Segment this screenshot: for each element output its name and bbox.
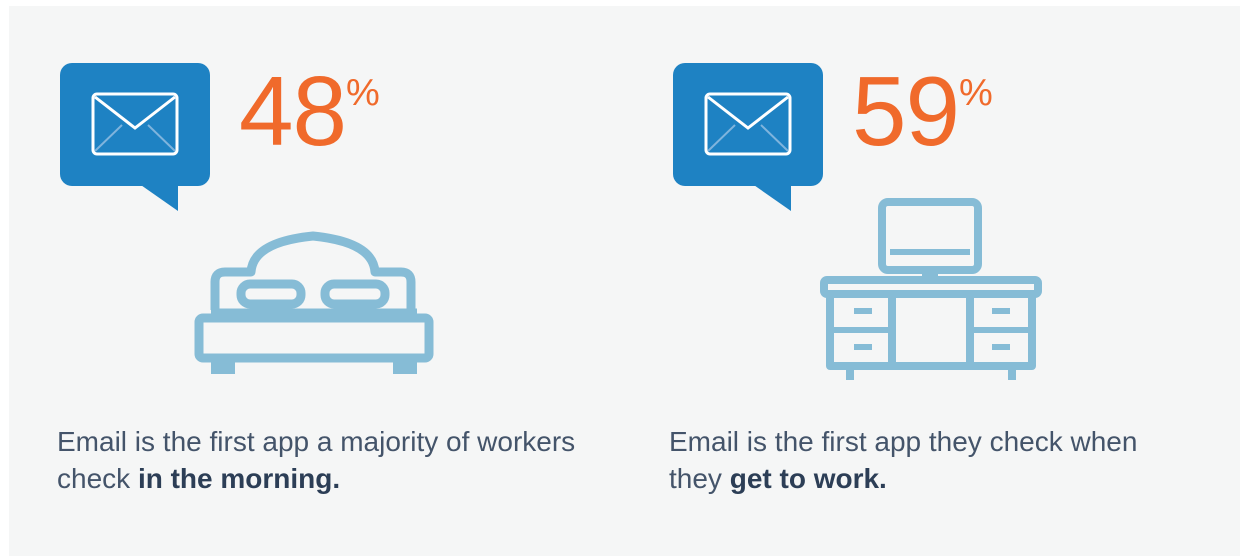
desk-computer-icon <box>820 198 1042 380</box>
infographic-panel: 48% Email is the first app a majority of… <box>9 6 1240 556</box>
stat-caption: Email is the first app they check when t… <box>669 423 1139 497</box>
envelope-bubble-icon <box>60 63 210 211</box>
percent-value: 48 <box>239 56 347 166</box>
percent-value: 59 <box>852 56 960 166</box>
stat-caption: Email is the first app a majority of wor… <box>57 423 577 497</box>
bed-icon <box>194 231 434 374</box>
stat-percentage: 59% <box>852 62 993 160</box>
caption-emphasis: in the morning. <box>137 463 341 494</box>
percent-symbol: % <box>959 72 993 114</box>
envelope-bubble-icon <box>673 63 823 211</box>
caption-emphasis: get to work. <box>729 463 887 494</box>
stat-percentage: 48% <box>239 62 380 160</box>
percent-symbol: % <box>346 72 380 114</box>
